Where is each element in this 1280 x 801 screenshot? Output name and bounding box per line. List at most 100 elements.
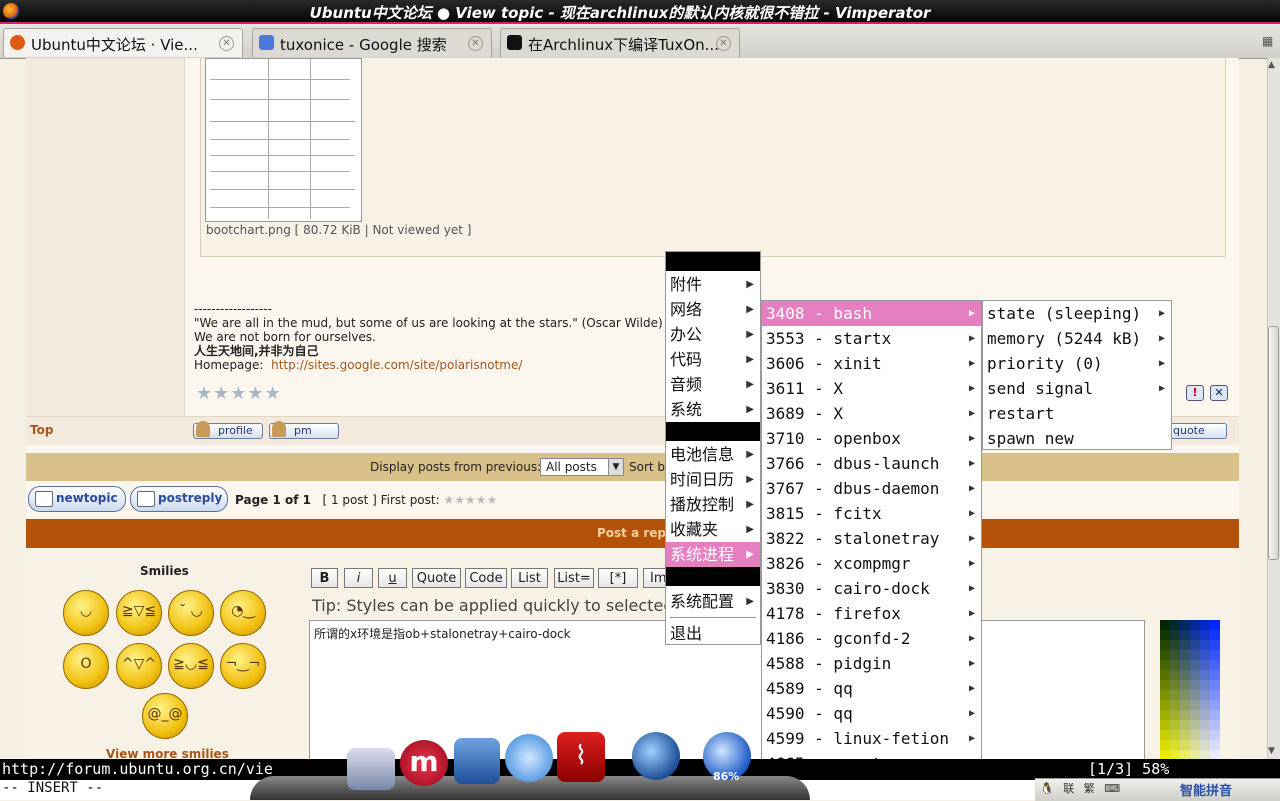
color-swatch[interactable] (1200, 710, 1210, 720)
smiley-smug-icon[interactable]: ¬‿¬ (220, 643, 266, 689)
color-swatch[interactable] (1160, 720, 1170, 730)
process-item[interactable]: 4588 - pidgin ▶ (762, 651, 981, 676)
smiley-laugh-icon[interactable]: ≧▽≦ (116, 590, 162, 636)
color-swatch[interactable] (1190, 680, 1200, 690)
contacts-icon[interactable] (454, 738, 500, 784)
close-tab-icon[interactable]: ✕ (219, 36, 234, 51)
bootchart-thumbnail[interactable] (205, 58, 362, 222)
color-swatch[interactable] (1170, 650, 1180, 660)
keyboard-icon[interactable]: ⌨ (1104, 782, 1123, 795)
color-swatch[interactable] (1170, 670, 1180, 680)
color-swatch[interactable] (1180, 720, 1190, 730)
smiley-dizzy-icon[interactable]: @_@ (142, 693, 188, 739)
color-swatch[interactable] (1210, 630, 1220, 640)
delete-icon[interactable]: ✕ (1210, 385, 1228, 401)
color-swatch[interactable] (1180, 730, 1190, 740)
process-item[interactable]: 3826 - xcompmgr ▶ (762, 551, 981, 576)
process-item[interactable]: 4590 - qq ▶ (762, 701, 981, 726)
color-swatch[interactable] (1210, 730, 1220, 740)
color-swatch[interactable] (1190, 660, 1200, 670)
close-tab-icon[interactable]: ✕ (468, 36, 483, 51)
color-swatch[interactable] (1180, 630, 1190, 640)
color-swatch[interactable] (1160, 630, 1170, 640)
color-swatch[interactable] (1200, 700, 1210, 710)
tab-google-search[interactable]: tuxonice - Google 搜索 ✕ (252, 28, 492, 57)
color-swatch[interactable] (1170, 730, 1180, 740)
menu-item[interactable]: 系统 ▶ (666, 397, 760, 422)
tray-icons[interactable]: 🐧 联 繁 ⌨ (1040, 780, 1123, 796)
color-swatch[interactable] (1160, 680, 1170, 690)
color-swatch[interactable] (1180, 690, 1190, 700)
color-swatch[interactable] (1200, 630, 1210, 640)
quote-format-button[interactable]: Quote (412, 568, 461, 588)
color-swatch[interactable] (1160, 710, 1170, 720)
process-action-item[interactable]: send signal ▶ (983, 376, 1171, 401)
smiley-sweat-icon[interactable]: ^▽^ (116, 643, 162, 689)
color-swatch[interactable] (1190, 620, 1200, 630)
color-swatch[interactable] (1210, 640, 1220, 650)
tab-ubuntu-forum[interactable]: Ubuntu中文论坛 · Vie... ✕ (3, 28, 243, 57)
process-item[interactable]: 3611 - X ▶ (762, 376, 981, 401)
color-swatch[interactable] (1180, 710, 1190, 720)
menu-item-config[interactable]: 系统配置 ▶ (666, 589, 760, 614)
color-swatch[interactable] (1180, 640, 1190, 650)
menu-item[interactable]: 电池信息 ▶ (666, 442, 760, 467)
color-swatch[interactable] (1200, 660, 1210, 670)
process-item[interactable]: 3553 - startx ▶ (762, 326, 981, 351)
color-swatch[interactable] (1200, 670, 1210, 680)
color-swatch[interactable] (1160, 620, 1170, 630)
color-swatch[interactable] (1210, 740, 1220, 750)
color-swatch[interactable] (1210, 650, 1220, 660)
color-swatch[interactable] (1200, 650, 1210, 660)
process-action-item[interactable]: restart (983, 401, 1171, 426)
color-swatch[interactable] (1210, 690, 1220, 700)
report-icon[interactable]: ! (1186, 385, 1204, 401)
post-reply-button[interactable]: postreply (130, 486, 228, 512)
color-swatch[interactable] (1180, 670, 1190, 680)
process-action-item[interactable]: state (sleeping) ▶ (983, 301, 1171, 326)
process-item[interactable]: 4589 - qq ▶ (762, 676, 981, 701)
color-swatch[interactable] (1170, 700, 1180, 710)
menu-item-processes[interactable]: 系统进程 ▶ (666, 542, 760, 567)
color-swatch[interactable] (1170, 640, 1180, 650)
color-swatch[interactable] (1210, 720, 1220, 730)
rating-stars[interactable]: ★★★★★ (196, 383, 282, 404)
ordered-list-button[interactable]: List= (554, 568, 594, 588)
color-swatch[interactable] (1160, 690, 1170, 700)
code-button[interactable]: Code (465, 568, 507, 588)
menu-item[interactable]: 时间日历 ▶ (666, 467, 760, 492)
color-swatch[interactable] (1170, 680, 1180, 690)
color-swatch[interactable] (1190, 640, 1200, 650)
menu-item[interactable]: 播放控制 ▶ (666, 492, 760, 517)
color-swatch[interactable] (1160, 730, 1170, 740)
tux-icon[interactable]: 🐧 (1040, 782, 1057, 795)
color-swatch[interactable] (1210, 660, 1220, 670)
smiley-giggle-icon[interactable]: ◔‿ (220, 590, 266, 636)
process-item[interactable]: 4599 - linux-fetion ▶ (762, 726, 981, 751)
process-item[interactable]: 3822 - stalonetray ▶ (762, 526, 981, 551)
list-button[interactable]: List (511, 568, 548, 588)
pm-button[interactable]: pm (269, 421, 339, 439)
color-swatch[interactable] (1190, 720, 1200, 730)
color-swatch[interactable] (1200, 740, 1210, 750)
process-item[interactable]: 3710 - openbox ▶ (762, 426, 981, 451)
menu-item[interactable]: 音频 ▶ (666, 372, 760, 397)
color-swatch[interactable] (1170, 630, 1180, 640)
display-posts-select[interactable]: All posts ▼ (540, 458, 624, 476)
color-swatch[interactable] (1180, 680, 1190, 690)
underline-button[interactable]: u (378, 568, 407, 588)
star-icon[interactable]: ★ (213, 383, 229, 404)
acrobat-icon[interactable]: ⌇ (557, 732, 605, 782)
color-swatch[interactable] (1200, 730, 1210, 740)
color-swatch[interactable] (1180, 620, 1190, 630)
color-swatch[interactable] (1190, 700, 1200, 710)
italic-button[interactable]: i (344, 568, 373, 588)
process-item[interactable]: 4186 - gconfd-2 ▶ (762, 626, 981, 651)
star-icon[interactable]: ★ (247, 383, 263, 404)
color-swatch[interactable] (1170, 690, 1180, 700)
scroll-up-icon[interactable]: ▲ (1268, 60, 1275, 70)
color-swatch[interactable] (1190, 670, 1200, 680)
smiley-grin-icon[interactable]: ≧◡≦ (168, 643, 214, 689)
process-item[interactable]: 4178 - firefox ▶ (762, 601, 981, 626)
list-item-button[interactable]: [*] (598, 568, 638, 588)
